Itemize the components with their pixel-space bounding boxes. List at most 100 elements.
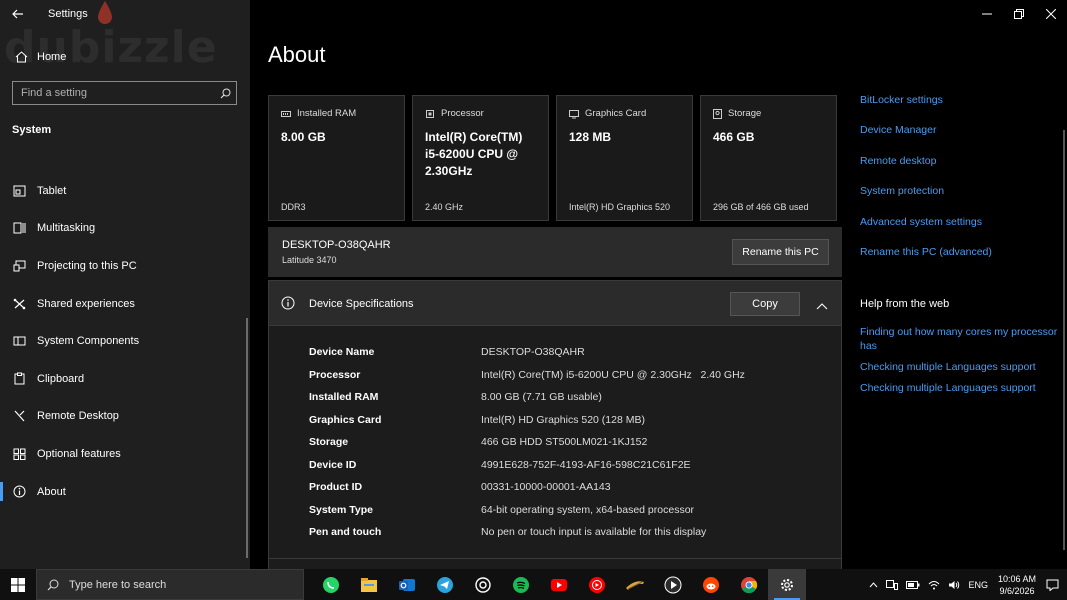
taskbar-app-outlook[interactable] (388, 569, 426, 600)
spec-value: 4991E628-752F-4193-AF16-598C21C61F2E (481, 458, 691, 471)
card-subvalue: Intel(R) HD Graphics 520 (569, 202, 671, 212)
info-icon (281, 296, 295, 315)
taskbar-app-telegram[interactable] (426, 569, 464, 600)
minimize-button[interactable] (971, 0, 1003, 28)
spec-value: Intel(R) HD Graphics 520 (128 MB) (481, 413, 645, 426)
spec-key: Device ID (309, 458, 357, 471)
taskbar-app-youtube-music[interactable] (578, 569, 616, 600)
copy-button[interactable]: Copy (730, 292, 800, 316)
chrome-icon (741, 576, 758, 593)
remote-desktop-icon (11, 410, 27, 422)
link-system-protection[interactable]: System protection (860, 183, 1060, 213)
device-specifications-header[interactable]: Device Specifications Copy (268, 280, 842, 326)
start-button[interactable] (0, 569, 36, 600)
sidebar-item-clipboard[interactable]: Clipboard (0, 360, 250, 398)
sidebar-item-about[interactable]: About (0, 473, 250, 511)
youtube-icon (551, 578, 567, 591)
back-button[interactable] (0, 0, 36, 28)
search-icon[interactable] (214, 88, 236, 99)
maximize-button[interactable] (1003, 0, 1035, 28)
show-hidden-icons-chevron-icon[interactable] (869, 581, 878, 588)
taskbar-app-settings[interactable] (768, 569, 806, 600)
system-components-icon (11, 335, 27, 347)
taskbar-app-spotify[interactable] (502, 569, 540, 600)
youtube-music-icon (589, 576, 605, 593)
taskbar-app-sword-game[interactable] (616, 569, 654, 600)
find-setting-search[interactable] (12, 81, 237, 105)
minimize-icon (982, 13, 992, 15)
chevron-up-icon[interactable] (816, 297, 828, 315)
reddit-icon (703, 576, 719, 593)
spec-row: Installed RAM 8.00 GB (7.71 GB usable) (309, 386, 829, 408)
sidebar-item-projecting[interactable]: Projecting to this PC (0, 247, 250, 285)
sidebar-item-shared-experiences[interactable]: Shared experiences (0, 285, 250, 323)
notifications-icon[interactable] (1046, 579, 1059, 591)
language-indicator[interactable]: ENG (968, 580, 988, 590)
outlook-icon (399, 578, 415, 591)
sidebar-item-label: Remote Desktop (37, 410, 119, 423)
taskbar-app-chrome[interactable] (730, 569, 768, 600)
graphics-card-icon (569, 109, 579, 119)
restore-icon (1014, 9, 1024, 19)
telegram-icon (437, 576, 453, 593)
pc-name: DESKTOP-O38QAHR (282, 239, 391, 251)
main-scrollbar[interactable] (1063, 130, 1065, 550)
taskbar-search[interactable]: Type here to search (36, 569, 304, 600)
wifi-icon[interactable] (928, 580, 940, 590)
search-input[interactable] (13, 87, 214, 99)
sidebar-item-label: Clipboard (37, 372, 85, 385)
window-controls (971, 0, 1067, 28)
taskbar-app-youtube[interactable] (540, 569, 578, 600)
spec-key: System Type (309, 503, 373, 516)
sidebar-item-remote-desktop[interactable]: Remote Desktop (0, 398, 250, 436)
link-remote-desktop[interactable]: Remote desktop (860, 153, 1060, 183)
specifications-title: Device Specifications (309, 298, 414, 310)
taskbar-app-chatgpt[interactable] (464, 569, 502, 600)
spec-key: Pen and touch (309, 526, 382, 538)
chatgpt-icon (475, 576, 491, 593)
back-arrow-icon (12, 9, 23, 19)
devices-icon[interactable] (886, 579, 899, 590)
about-page: About Installed RAM 8.00 GB DDR3 Process… (250, 0, 1067, 569)
spec-row: Storage 466 GB HDD ST500LM021-1KJ152 (309, 431, 829, 453)
link-advanced-system-settings[interactable]: Advanced system settings (860, 214, 1060, 244)
sidebar-item-label: Home (37, 51, 67, 63)
taskbar-app-file-explorer[interactable] (350, 569, 388, 600)
search-icon (47, 579, 59, 590)
sidebar-item-system-components[interactable]: System Components (0, 322, 250, 360)
sidebar-item-label: Optional features (37, 447, 121, 460)
sidebar-item-label: System Components (37, 335, 140, 348)
taskbar-app-whatsapp[interactable] (312, 569, 350, 600)
taskbar-app-reddit[interactable] (692, 569, 730, 600)
settings-sidebar: Settings dubizzle Home System Tablet Mul… (0, 0, 250, 569)
clock[interactable]: 10:06 AM 9/6/2026 (998, 573, 1036, 597)
taskbar-search-placeholder: Type here to search (69, 578, 167, 591)
volume-icon[interactable] (948, 580, 960, 590)
help-link-languages[interactable]: Checking multiple Languages support (860, 381, 1060, 395)
close-button[interactable] (1035, 0, 1067, 28)
related-settings-links: BitLocker settings Device Manager Remote… (860, 92, 1060, 274)
link-bitlocker-settings[interactable]: BitLocker settings (860, 92, 1060, 122)
link-device-manager[interactable]: Device Manager (860, 122, 1060, 152)
help-link-cores[interactable]: Finding out how many cores my processor … (860, 325, 1060, 353)
sidebar-item-tablet[interactable]: Tablet (0, 172, 250, 210)
spec-key: Processor (309, 368, 361, 381)
sidebar-item-label: Projecting to this PC (37, 259, 137, 272)
sidebar-item-label: Tablet (37, 184, 67, 197)
sidebar-item-optional-features[interactable]: Optional features (0, 435, 250, 473)
spec-key: Device Name (309, 346, 375, 358)
link-rename-pc-advanced[interactable]: Rename this PC (advanced) (860, 244, 1060, 274)
sidebar-item-multitasking[interactable]: Multitasking (0, 210, 250, 248)
settings-icon (781, 578, 793, 591)
help-link-languages[interactable]: Checking multiple Languages support (860, 360, 1060, 374)
spec-value: No pen or touch input is available for t… (481, 526, 707, 538)
card-value: 128 MB (569, 130, 612, 144)
sword-game-icon (626, 580, 644, 590)
battery-icon[interactable] (906, 580, 920, 589)
rename-pc-button[interactable]: Rename this PC (732, 239, 829, 265)
divider (269, 558, 841, 559)
sidebar-item-label: About (37, 485, 66, 498)
taskbar-app-media-player[interactable] (654, 569, 692, 600)
sidebar-item-home[interactable]: Home (0, 46, 250, 68)
sidebar-scrollbar[interactable] (246, 318, 248, 558)
